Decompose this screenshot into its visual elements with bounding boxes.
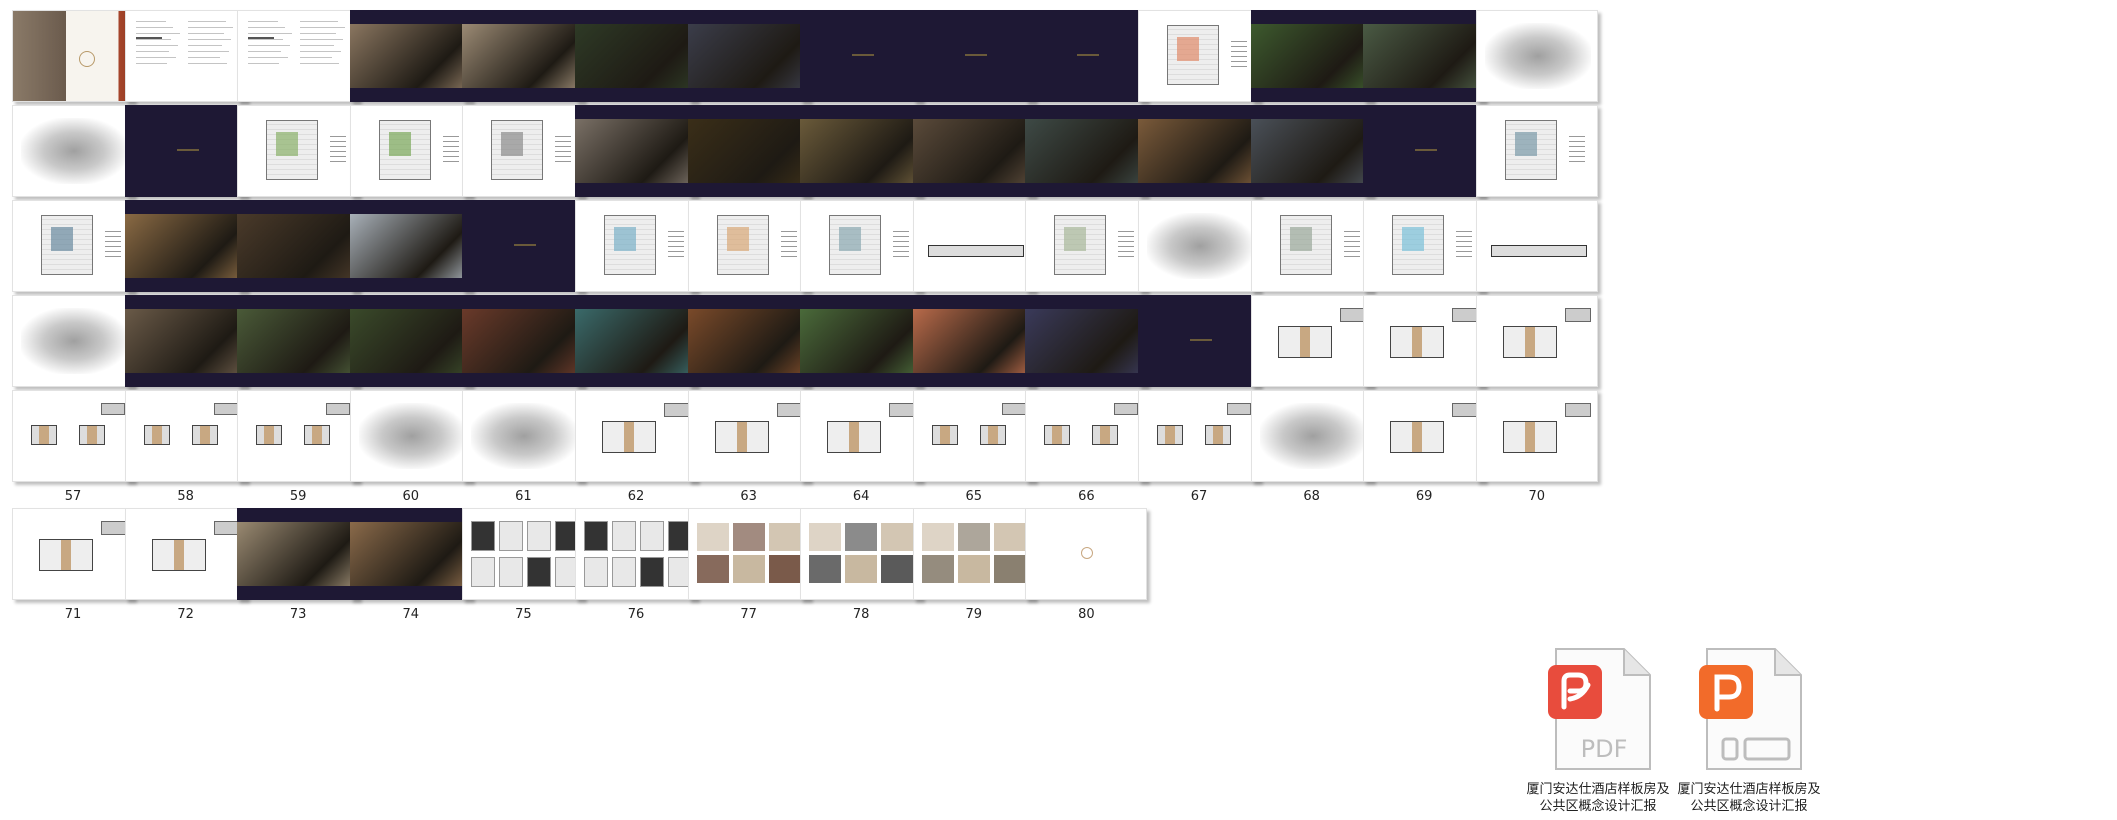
thumbnail-item[interactable]: 64 [788, 380, 923, 510]
thumbnail-item[interactable]: 74 [338, 498, 472, 628]
page-thumbnail[interactable] [1475, 390, 1598, 482]
thumbnail-item[interactable]: 68 [1239, 380, 1373, 510]
page-thumbnail[interactable] [1475, 105, 1598, 197]
pdf-file-item[interactable]: PDF 厦门安达仕酒店样板房及 公共区概念设计汇报 [1518, 645, 1678, 815]
thumbnail-item[interactable]: 60 [338, 380, 472, 510]
file-name-line-2: 公共区概念设计汇报 [1539, 799, 1657, 814]
ppt-file-icon[interactable] [1689, 645, 1809, 775]
thumbnail-item[interactable]: 78 [788, 498, 923, 628]
thumbnail-grid: 0102030405060708091011121314151617181920… [0, 0, 2117, 820]
thumbnail-item[interactable]: 79 [901, 498, 1035, 628]
thumbnail-item[interactable]: 75 [450, 498, 585, 628]
thumbnail-item[interactable]: 73 [225, 498, 360, 628]
thumbnail-item[interactable]: 57 [0, 380, 134, 510]
file-name-line-2: 公共区概念设计汇报 [1690, 799, 1808, 814]
thumbnail-item[interactable]: 67 [1126, 380, 1260, 510]
thumbnail-item[interactable]: 69 [1351, 380, 1486, 510]
ppt-file-item[interactable]: 厦门安达仕酒店样板房及 公共区概念设计汇报 [1669, 645, 1829, 815]
thumbnail-item[interactable]: 58 [113, 380, 247, 510]
thumbnail-item[interactable]: 71 [0, 498, 134, 628]
file-name-line-1: 厦门安达仕酒店样板房及 [1677, 782, 1821, 797]
thumbnail-item[interactable]: 76 [563, 498, 697, 628]
page-thumbnail[interactable] [1475, 295, 1598, 387]
thumbnail-label: 80 [1078, 607, 1095, 622]
pdf-file-icon[interactable]: PDF [1538, 645, 1658, 775]
page-thumbnail[interactable] [1475, 10, 1598, 102]
thumbnail-item[interactable]: 66 [1013, 380, 1148, 510]
thumbnail-item[interactable]: 62 [563, 380, 697, 510]
thumbnail-label: 70 [1528, 489, 1546, 504]
thumbnail-item[interactable]: 65 [901, 380, 1035, 510]
file-name-line-1: 厦门安达仕酒店样板房及 [1526, 782, 1670, 797]
thumbnail-item[interactable]: 63 [676, 380, 810, 510]
thumbnail-item[interactable]: 61 [450, 380, 585, 510]
page-thumbnail[interactable] [1025, 508, 1148, 600]
thumbnail-item[interactable]: 59 [225, 380, 360, 510]
thumbnail-item[interactable]: 77 [676, 498, 810, 628]
file-type-text: PDF [1581, 735, 1628, 763]
thumbnail-item[interactable]: 70 [1464, 380, 1598, 510]
page-thumbnail[interactable] [1475, 200, 1598, 292]
thumbnail-item[interactable]: 72 [113, 498, 247, 628]
thumbnail-item[interactable]: 80 [1013, 498, 1148, 628]
